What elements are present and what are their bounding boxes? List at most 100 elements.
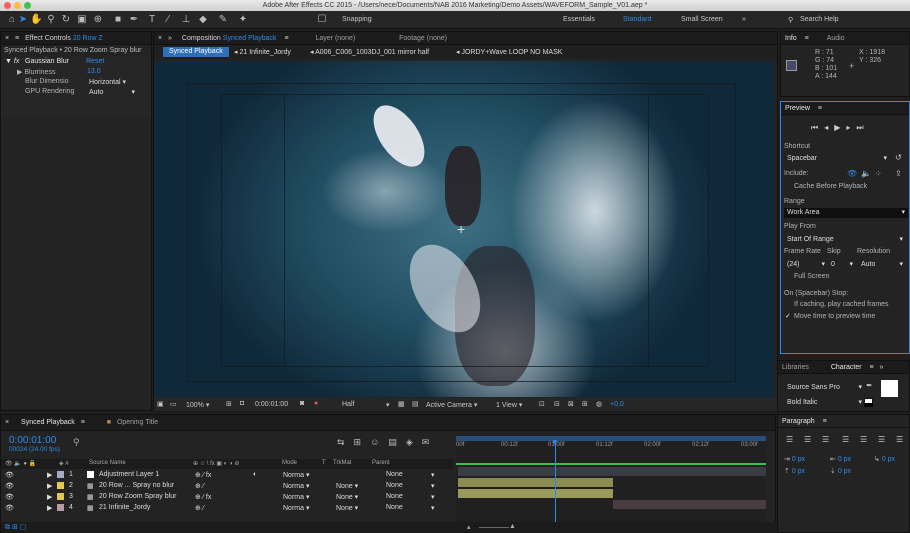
layer-trkmat-dropdown[interactable]: None ▾ (336, 493, 358, 501)
current-time-indicator[interactable] (555, 440, 556, 530)
exposure-value[interactable]: +0.0 (610, 401, 624, 408)
panel-menu-icon[interactable]: ≡ (805, 35, 809, 42)
gpu-rendering-dropdown[interactable]: Auto ▾ (89, 88, 135, 97)
breadcrumb-wave-loop[interactable]: ◂ JORDY+Wave LOOP NO MASK (456, 48, 562, 56)
pan-behind-tool-icon[interactable]: ⊕ (92, 14, 104, 26)
breadcrumb-synced-playback[interactable]: Synced Playback (163, 47, 229, 57)
layer-label-color[interactable] (57, 493, 64, 500)
always-preview-icon[interactable]: ▣ (157, 400, 164, 408)
layer-tab[interactable]: Layer (none) (315, 35, 355, 42)
layer-name[interactable]: 20 Row ... Spray no blur (99, 482, 174, 489)
info-tab[interactable]: Info (785, 35, 797, 42)
libraries-tab[interactable]: Libraries (782, 364, 809, 371)
close-panel-icon[interactable]: × (5, 35, 9, 42)
play-from-dropdown[interactable]: Start Of Range ▾ (787, 235, 903, 244)
timeline-current-time[interactable]: 0:00:01:00 (9, 435, 56, 446)
panel-menu-icon[interactable]: ≡ (15, 35, 19, 42)
first-frame-icon[interactable]: ⏮ (811, 123, 824, 132)
layer-switches-icon[interactable]: ⊕ ⁄ (195, 504, 204, 512)
zoom-out-icon[interactable]: ▴ (467, 523, 471, 531)
transparency-grid-icon[interactable]: ▦ (398, 400, 405, 408)
justify-all-icon[interactable]: ☰ (896, 435, 903, 444)
workspace-overflow-icon[interactable]: » (742, 16, 746, 23)
layer-visibility-icon[interactable]: 👁 (5, 493, 14, 501)
layer-name[interactable]: 21 Infinite_Jordy (99, 504, 150, 511)
shortcut-dropdown[interactable]: Spacebar ▾ (787, 154, 887, 163)
timeline-search-icon[interactable]: ⚲ (73, 437, 80, 448)
play-icon[interactable]: ▶ (834, 123, 846, 132)
audio-tab[interactable]: Audio (827, 35, 845, 42)
layer-switches-icon[interactable]: ⊕ ⁄ fx (195, 493, 211, 501)
close-panel-icon[interactable]: × (158, 35, 162, 42)
effect-controls-tab[interactable]: × ≡ Effect Controls 20 Row Z (1, 32, 151, 45)
reset-shortcut-icon[interactable]: ↺ (895, 153, 902, 162)
timeline-layer-row[interactable]: 👁 ▶ 3 ▦ 20 Row Zoom Spray blur ⊕ ⁄ fx No… (1, 492, 453, 502)
graph-editor-icon[interactable]: ✉ (422, 437, 439, 447)
align-right-icon[interactable]: ☰ (822, 435, 829, 444)
space-before-field[interactable]: ⇡ 0 px (784, 467, 805, 475)
timeline-layer-row[interactable]: 👁 ▶ 1 Adjustment Layer 1 ⊕ ⁄ fx ◐ Norma … (1, 470, 453, 480)
layer-parent-dropdown[interactable]: None (386, 482, 403, 489)
align-center-icon[interactable]: ☰ (804, 435, 811, 444)
composition-tab[interactable]: Composition Synced Playback (182, 35, 277, 42)
export-icon[interactable]: ⇪ (895, 169, 902, 178)
font-family-dropdown[interactable]: Source Sans Pro ▾ (787, 383, 862, 392)
snapping-checkbox-icon[interactable]: ☐ (316, 14, 328, 26)
lock-icon[interactable]: » (168, 35, 172, 42)
type-tool-icon[interactable]: T (146, 14, 158, 26)
search-icon[interactable]: ⚲ (788, 16, 793, 24)
preview-tab[interactable]: Preview (785, 105, 810, 112)
include-audio-icon[interactable]: 🔈 (861, 169, 871, 178)
layer-2-duration-bar[interactable] (458, 478, 613, 487)
layer-1-duration-bar[interactable] (458, 467, 766, 476)
clone-stamp-tool-icon[interactable]: ⊥ (180, 14, 192, 26)
brush-tool-icon[interactable]: ⁄ (162, 14, 174, 26)
panel-menu-icon[interactable]: ≡ (81, 419, 85, 426)
panel-overflow-icon[interactable]: » (880, 364, 884, 371)
adjustment-switch-icon[interactable]: ◐ (253, 471, 257, 478)
range-dropdown[interactable]: Work Area ▾ (784, 208, 908, 218)
justify-right-icon[interactable]: ☰ (878, 435, 885, 444)
character-tab[interactable]: Character (831, 364, 862, 371)
layer-mode-dropdown[interactable]: Norma ▾ (283, 504, 309, 512)
eyedropper-icon[interactable]: ✒ (866, 381, 873, 390)
layer-visibility-icon[interactable]: 👁 (5, 482, 14, 490)
last-frame-icon[interactable]: ⏭ (856, 123, 869, 132)
view-layout-dropdown[interactable]: 1 View ▾ (496, 401, 522, 409)
blurriness-value[interactable]: 13.0 (87, 68, 101, 75)
zoom-in-icon[interactable]: ▲ (509, 523, 516, 530)
resolution-dropdown[interactable]: Half (342, 401, 354, 408)
grid-icon[interactable]: ⊞ (226, 400, 232, 408)
layer-twirl-icon[interactable]: ▶ (47, 482, 52, 490)
layer-name[interactable]: Adjustment Layer 1 (99, 471, 159, 478)
snapshot-icon[interactable]: ◘ (240, 400, 244, 407)
effect-twirl-icon[interactable]: ▼ fx (5, 58, 19, 65)
draft-3d-icon[interactable]: ⊞ (354, 437, 371, 447)
paragraph-tab[interactable]: Paragraph (782, 418, 815, 425)
fill-color-swatch[interactable] (881, 380, 898, 397)
next-frame-icon[interactable]: ▸ (846, 123, 856, 132)
layer-label-color[interactable] (57, 504, 64, 511)
layer-switches-icon[interactable]: ⊕ ⁄ fx (195, 471, 211, 479)
timeline-zoom-slider[interactable] (479, 527, 509, 528)
toggle-pixel-aspect-icon[interactable]: ⊡ (539, 400, 545, 408)
layer-mode-dropdown[interactable]: Norma ▾ (283, 482, 309, 490)
flowchart-icon[interactable]: ⊟ (554, 400, 560, 408)
panel-menu-icon[interactable]: ≡ (823, 418, 827, 425)
hide-shy-icon[interactable]: ☺ (370, 437, 388, 447)
time-ruler[interactable]: 00f 00:12f 01:00f 01:12f 02:00f 02:12f 0… (456, 442, 766, 452)
timeline-tracks[interactable]: 00f 00:12f 01:00f 01:12f 02:00f 02:12f 0… (456, 435, 766, 531)
font-style-dropdown[interactable]: Bold Italic ▾ (787, 398, 862, 407)
footage-tab[interactable]: Footage (none) (399, 35, 447, 42)
motion-blur-icon[interactable]: ⊠ (568, 400, 574, 408)
hand-tool-icon[interactable]: ✋ (30, 14, 42, 26)
layer-switches-icon[interactable]: ⊕ ⁄ (195, 482, 204, 490)
selection-tool-icon[interactable]: ➤ (17, 14, 29, 26)
source-name-header[interactable]: Source Name (89, 460, 126, 466)
include-overlays-icon[interactable]: ⁘ (875, 169, 882, 178)
layer-label-color[interactable] (57, 471, 64, 478)
playhead-icon[interactable]: ▼ (551, 438, 559, 447)
resolution-dropdown-arrow[interactable]: ▾ (386, 401, 390, 409)
eraser-tool-icon[interactable]: ◆ (197, 14, 209, 26)
pen-tool-icon[interactable]: ✒ (128, 14, 140, 26)
